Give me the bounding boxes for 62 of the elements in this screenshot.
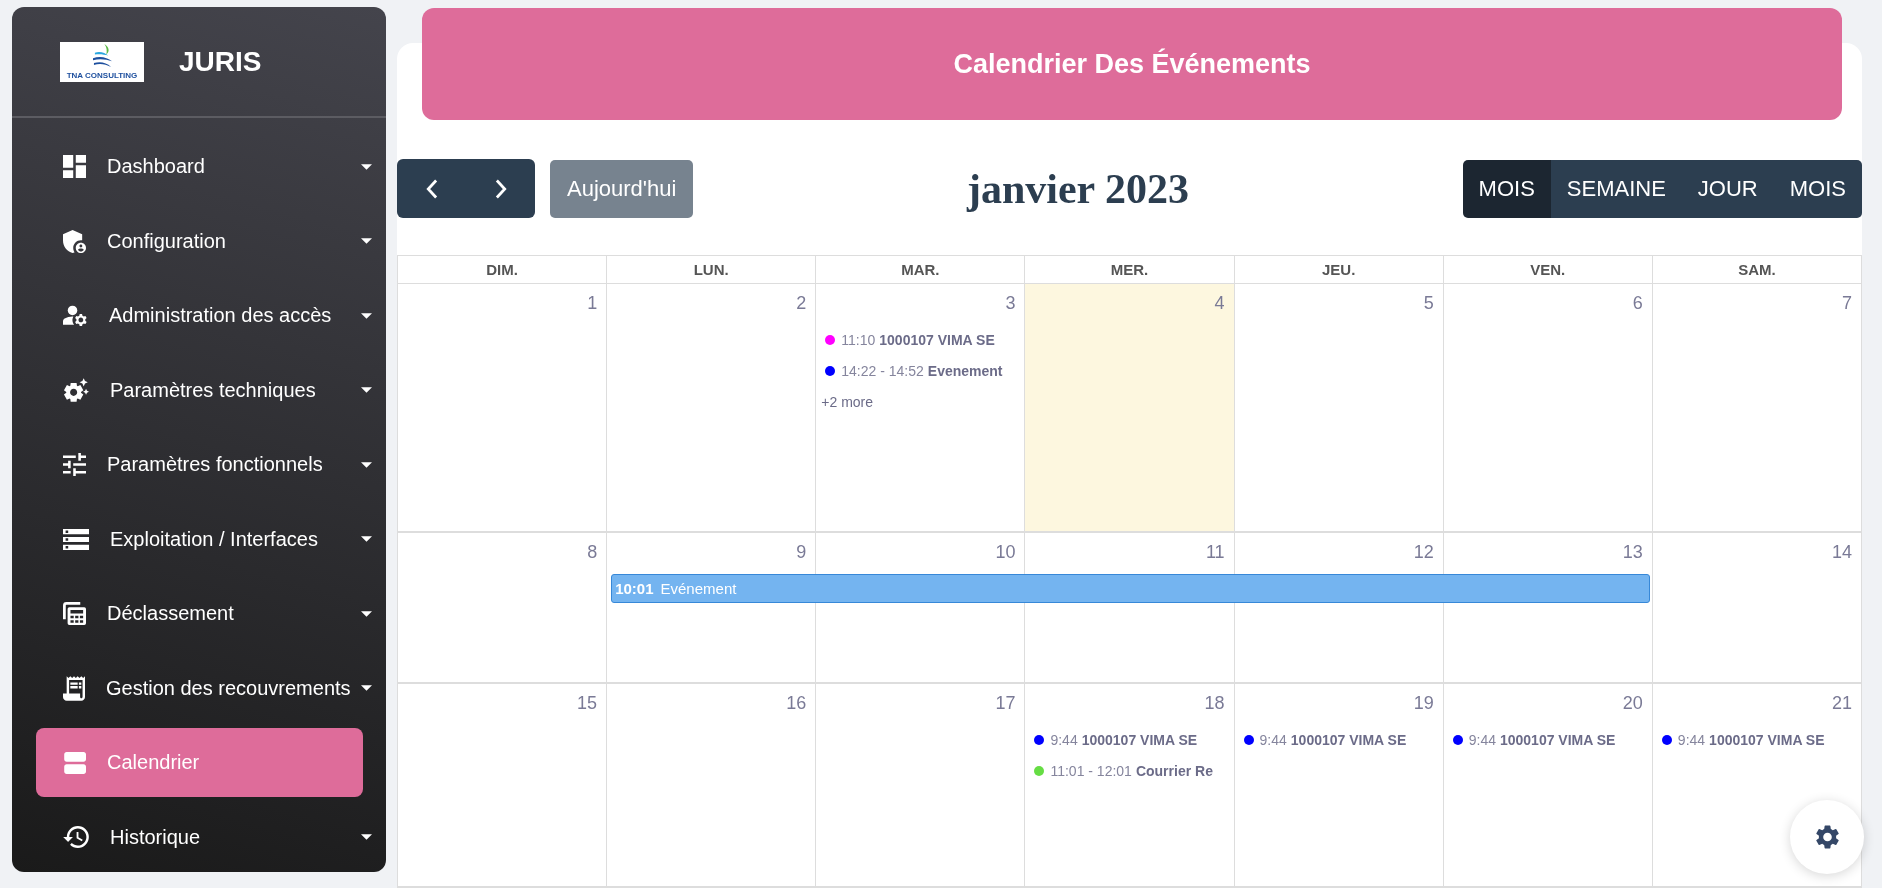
sidebar-item[interactable]: Gestion des recouvrements (36, 653, 374, 723)
chevron-left-icon (425, 178, 438, 199)
previous-button[interactable] (397, 159, 466, 218)
brand-name: JURIS (179, 47, 262, 76)
more-events-link[interactable]: +2 more (821, 393, 874, 410)
sidebar-item[interactable]: Exploitation / Interfaces (36, 504, 374, 574)
day-number: 9 (796, 542, 807, 563)
history-icon (63, 826, 89, 848)
sidebar-item[interactable]: Dashboard (36, 132, 374, 201)
view-button[interactable]: MOIS (1462, 159, 1551, 218)
day-number: 5 (1423, 293, 1434, 314)
day-number: 18 (1204, 693, 1225, 714)
dashboard-icon (63, 155, 86, 178)
sliders-icon (63, 453, 86, 476)
calendar-event[interactable]: 11:01 - 12:01 Courrier Re (1034, 761, 1213, 780)
calendar-event[interactable]: 14:22 - 14:52 Evenement (825, 361, 1003, 380)
receipt-icon (63, 675, 85, 701)
view-button[interactable]: MOIS (1773, 159, 1862, 218)
day-number: 10 (995, 542, 1016, 563)
sidebar-item[interactable]: Paramètres techniques (36, 355, 374, 425)
sidebar-item[interactable]: Configuration (36, 206, 374, 276)
day-number: 19 (1413, 693, 1434, 714)
logo-waves-icon (92, 43, 112, 67)
calendar-title: janvier 2023 (966, 164, 1189, 213)
calendar-event[interactable]: 9:44 1000107 VIMA SE (1034, 730, 1198, 749)
next-button[interactable] (466, 159, 535, 218)
day-number: 1 (587, 293, 598, 314)
gears-icon (63, 378, 89, 402)
calendar-event[interactable]: 9:44 1000107 VIMA SE (1661, 730, 1825, 749)
settings-icon (1815, 825, 1839, 849)
view-button[interactable]: SEMAINE (1550, 159, 1682, 218)
page-title: Calendrier Des Événements (953, 48, 1311, 80)
calculator-icon (63, 602, 86, 625)
view-button[interactable]: JOUR (1681, 159, 1774, 218)
calendar-event[interactable]: 9:44 1000107 VIMA SE (1452, 730, 1616, 749)
chevron-right-icon (494, 178, 507, 199)
day-number: 12 (1413, 542, 1434, 563)
day-number: 4 (1214, 293, 1225, 314)
day-number: 13 (1622, 542, 1643, 563)
calendar-event[interactable]: 11:10 1000107 VIMA SE (825, 330, 995, 349)
day-number: 15 (577, 693, 598, 714)
person-gear-icon (63, 305, 88, 326)
day-number: 7 (1841, 293, 1852, 314)
day-number: 14 (1831, 542, 1852, 563)
sidebar-item[interactable]: Administration des accès (36, 281, 374, 350)
sidebar-item[interactable]: Paramètres fonctionnels (36, 430, 374, 499)
day-number: 11 (1205, 542, 1225, 563)
day-number: 2 (796, 293, 807, 314)
day-number: 3 (1005, 293, 1016, 314)
shield-person-icon (63, 229, 86, 253)
day-number: 16 (786, 693, 807, 714)
day-number: 20 (1622, 693, 1643, 714)
calendar-event[interactable]: 9:44 1000107 VIMA SE (1243, 730, 1407, 749)
sidebar-item[interactable]: Historique (36, 802, 374, 872)
day-number: 6 (1632, 293, 1643, 314)
day-number: 8 (587, 542, 598, 563)
stacked-bars-icon (63, 528, 89, 550)
logo-text: TNA CONSULTING (66, 70, 138, 80)
agenda-icon (63, 751, 86, 774)
sidebar-item[interactable]: Déclassement (36, 579, 374, 648)
day-number: 17 (995, 693, 1016, 714)
day-number: 21 (1831, 693, 1852, 714)
